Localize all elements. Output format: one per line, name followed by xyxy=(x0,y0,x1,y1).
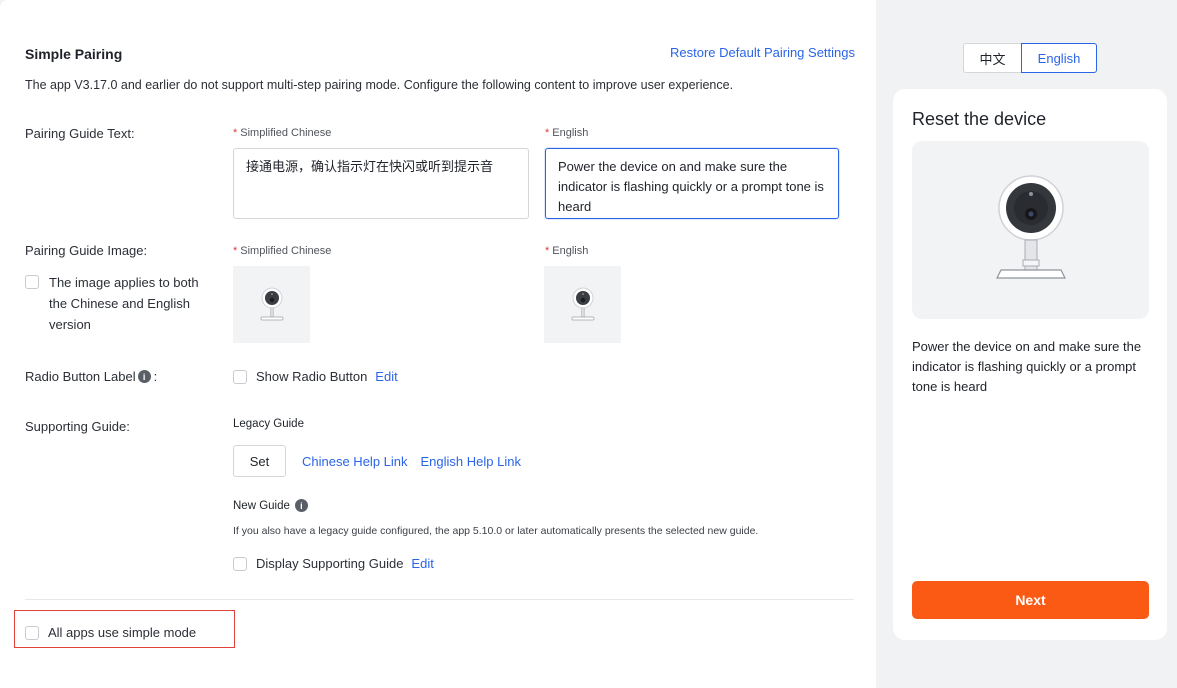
supporting-guide-label: Supporting Guide: xyxy=(25,419,130,434)
info-icon[interactable]: i xyxy=(137,370,151,383)
zh-text-required-label: * Simplified Chinese xyxy=(233,127,332,139)
camera-icon xyxy=(260,287,283,320)
help-links: Chinese Help Link English Help Link xyxy=(302,454,521,469)
chinese-help-link[interactable]: Chinese Help Link xyxy=(302,454,408,469)
image-both-versions-option[interactable]: The image applies to both the Chinese an… xyxy=(25,272,210,335)
en-text-required-label: * English xyxy=(545,127,589,139)
display-supporting-guide-label: Display Supporting Guide xyxy=(256,556,404,571)
info-icon[interactable]: i xyxy=(294,499,308,512)
preview-title: Reset the device xyxy=(912,109,1047,129)
pairing-guide-text-label: Pairing Guide Text: xyxy=(25,126,135,141)
zh-image-required-label: * Simplified Chinese xyxy=(233,245,332,257)
new-guide-title: New Guide i xyxy=(233,499,308,512)
section-title: Simple Pairing xyxy=(25,46,123,62)
zh-guide-image[interactable] xyxy=(233,266,310,343)
show-radio-button-checkbox[interactable] xyxy=(233,369,247,384)
zh-guide-textarea[interactable]: 接通电源，确认指示灯在快闪或听到提示音 xyxy=(233,148,529,219)
set-button[interactable]: Set xyxy=(233,445,286,477)
supporting-edit-link[interactable]: Edit xyxy=(411,556,433,571)
preview-description: Power the device on and make sure the in… xyxy=(912,339,1142,394)
preview-image xyxy=(912,141,1149,319)
all-apps-simple-mode-option[interactable]: All apps use simple mode xyxy=(25,625,196,640)
next-button[interactable]: Next xyxy=(912,581,1149,619)
en-image-required-label: * English xyxy=(545,245,589,257)
en-guide-image[interactable] xyxy=(544,266,621,343)
display-supporting-guide-checkbox[interactable] xyxy=(233,556,247,571)
new-guide-description: If you also have a legacy guide configur… xyxy=(233,525,759,537)
simple-pairing-panel: Simple Pairing Restore Default Pairing S… xyxy=(0,0,876,688)
camera-icon xyxy=(571,287,594,320)
section-divider xyxy=(25,599,854,600)
radio-button-label: Radio Button Label i: xyxy=(25,369,158,384)
section-description: The app V3.17.0 and earlier do not suppo… xyxy=(25,78,734,92)
preview-panel: 中文 English Reset the device Power the de xyxy=(876,0,1177,688)
en-guide-textarea[interactable]: Power the device on and make sure the in… xyxy=(545,148,839,219)
camera-icon xyxy=(995,175,1066,279)
display-supporting-guide-option[interactable]: Display Supporting Guide Edit xyxy=(233,556,434,571)
image-both-versions-label: The image applies to both the Chinese an… xyxy=(49,275,199,332)
lang-tab-english[interactable]: English xyxy=(1021,43,1097,73)
radio-edit-link[interactable]: Edit xyxy=(375,369,397,384)
preview-card: Reset the device Power the device on and… xyxy=(893,89,1167,640)
language-switcher: 中文 English xyxy=(963,43,1097,73)
restore-default-link[interactable]: Restore Default Pairing Settings xyxy=(670,45,855,60)
image-both-versions-checkbox[interactable] xyxy=(25,275,39,289)
legacy-guide-title: Legacy Guide xyxy=(233,418,304,430)
app-page: Simple Pairing Restore Default Pairing S… xyxy=(0,0,1177,688)
pairing-guide-image-label: Pairing Guide Image: xyxy=(25,243,148,258)
english-help-link[interactable]: English Help Link xyxy=(421,454,521,469)
show-radio-button-label: Show Radio Button xyxy=(256,369,368,384)
all-apps-simple-mode-label: All apps use simple mode xyxy=(48,625,197,640)
all-apps-simple-mode-checkbox[interactable] xyxy=(25,625,39,640)
show-radio-button-option[interactable]: Show Radio Button Edit xyxy=(233,369,398,384)
lang-tab-chinese[interactable]: 中文 xyxy=(963,43,1021,73)
